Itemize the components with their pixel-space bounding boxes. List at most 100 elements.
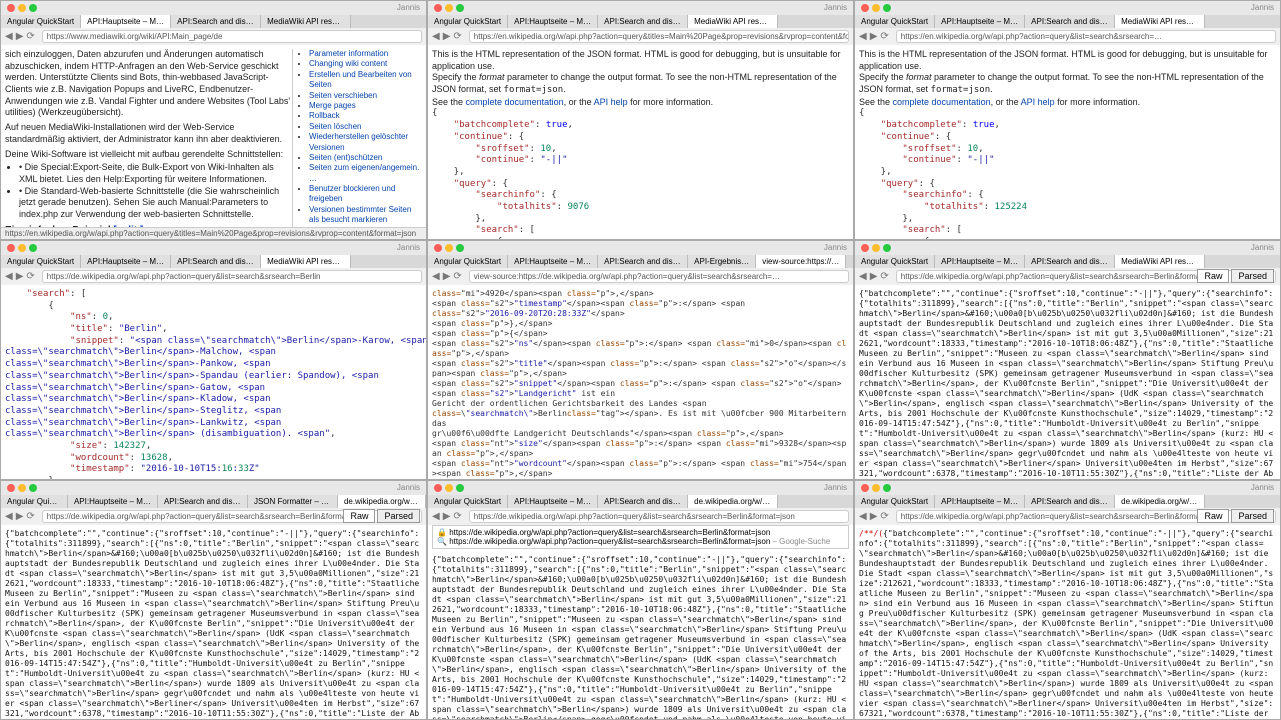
tab[interactable]: API:Search and discovery …: [598, 15, 688, 28]
tab-view-source[interactable]: view-source:https://de.wikipe…: [756, 255, 846, 268]
forward-icon[interactable]: ▶: [443, 271, 451, 282]
close-icon[interactable]: [434, 244, 442, 252]
back-icon[interactable]: ◀: [859, 271, 867, 282]
tab[interactable]: API:Hauptseite – MediaWiki: [81, 255, 171, 268]
forward-icon[interactable]: ▶: [16, 271, 24, 282]
tab[interactable]: MediaWiki API result – Wik…: [688, 15, 778, 28]
api-help-link[interactable]: API help: [594, 97, 628, 107]
sidebar-link[interactable]: Seiten (ent)schützen: [309, 153, 382, 162]
minimize-icon[interactable]: [445, 244, 453, 252]
back-icon[interactable]: ◀: [432, 511, 440, 522]
tab[interactable]: de.wikipedia.org/w/api.p…: [688, 495, 778, 508]
tab[interactable]: JSON Formatter – Chrome …: [248, 495, 338, 508]
tab[interactable]: MediaWiki API result – Wik…: [1115, 255, 1205, 268]
tab[interactable]: API:Search and discovery …: [1025, 255, 1115, 268]
tab-extra[interactable]: API-Ergebnis…: [688, 255, 756, 268]
reload-icon[interactable]: ⟳: [880, 511, 888, 522]
sidebar-link[interactable]: Erstellen und Bearbeiten von Seiten: [309, 70, 412, 89]
tab[interactable]: MediaWiki API result – Wik…: [261, 255, 351, 268]
raw-button[interactable]: Raw: [343, 509, 375, 523]
tab[interactable]: API:Hauptseite – MediaWiki: [935, 15, 1025, 28]
reload-icon[interactable]: ⟳: [453, 271, 461, 282]
parsed-button[interactable]: Parsed: [1231, 509, 1274, 523]
tab[interactable]: MediaWiki API result – Wik…: [1115, 15, 1205, 28]
sidebar-link[interactable]: Seiten löschen: [309, 122, 361, 131]
sidebar-link[interactable]: Parameter information: [309, 49, 388, 58]
minimize-icon[interactable]: [872, 244, 880, 252]
tab[interactable]: de.wikipedia.org/w/api.p…: [338, 495, 426, 508]
url-field[interactable]: https://en.wikipedia.org/w/api.php?actio…: [896, 30, 1276, 43]
minimize-icon[interactable]: [18, 484, 26, 492]
maximize-icon[interactable]: [456, 484, 464, 492]
minimize-icon[interactable]: [18, 244, 26, 252]
maximize-icon[interactable]: [883, 484, 891, 492]
sidebar-link[interactable]: Wiederherstellen gelöschter Versionen: [309, 132, 408, 151]
sidebar-link[interactable]: Rollback: [309, 111, 340, 120]
forward-icon[interactable]: ▶: [16, 31, 24, 42]
maximize-icon[interactable]: [29, 484, 37, 492]
url-field[interactable]: https://de.wikipedia.org/w/api.php?actio…: [469, 510, 849, 523]
tab[interactable]: Angular QuickStart: [855, 255, 935, 268]
close-icon[interactable]: [7, 4, 15, 12]
tab[interactable]: Angular QuickStart: [428, 255, 508, 268]
reload-icon[interactable]: ⟳: [453, 511, 461, 522]
tab[interactable]: Angular QuickStart: [855, 495, 935, 508]
reload-icon[interactable]: ⟳: [880, 271, 888, 282]
tab[interactable]: Angular QuickStart: [1, 15, 81, 28]
close-icon[interactable]: [861, 4, 869, 12]
tab[interactable]: API:Hauptseite – MediaWiki: [508, 15, 598, 28]
sidebar-link[interactable]: Seiten verschieben: [309, 91, 377, 100]
close-icon[interactable]: [861, 484, 869, 492]
back-icon[interactable]: ◀: [5, 31, 13, 42]
sidebar-link[interactable]: Merge pages: [309, 101, 356, 110]
back-icon[interactable]: ◀: [859, 511, 867, 522]
tab[interactable]: API:Hauptseite – MediaWiki: [68, 495, 158, 508]
api-help-link[interactable]: API help: [1021, 97, 1055, 107]
minimize-icon[interactable]: [445, 484, 453, 492]
tab[interactable]: MediaWiki API result – Wik…: [261, 15, 351, 28]
tab[interactable]: API:Search and discovery …: [598, 495, 688, 508]
tab[interactable]: API:Search and discovery …: [1025, 495, 1115, 508]
minimize-icon[interactable]: [872, 484, 880, 492]
close-icon[interactable]: [7, 244, 15, 252]
tab[interactable]: Angular QuickStart: [855, 15, 935, 28]
raw-button[interactable]: Raw: [1197, 269, 1229, 283]
raw-button[interactable]: Raw: [1197, 509, 1229, 523]
sidebar-link[interactable]: Benutzer blockieren und freigeben: [309, 184, 395, 203]
reload-icon[interactable]: ⟳: [26, 511, 34, 522]
sidebar-link[interactable]: Versionen bestimmter Seiten als besucht …: [309, 205, 411, 224]
reload-icon[interactable]: ⟳: [26, 31, 34, 42]
close-icon[interactable]: [861, 244, 869, 252]
back-icon[interactable]: ◀: [5, 271, 13, 282]
tab[interactable]: de.wikipedia.org/w/api.p…: [1115, 495, 1205, 508]
tab[interactable]: API:Hauptseite – MediaWiki: [935, 495, 1025, 508]
tab[interactable]: Angular QuickStart: [1, 495, 68, 508]
url-field[interactable]: view-source:https://de.wikipedia.org/w/a…: [469, 270, 849, 283]
url-field[interactable]: https://de.wikipedia.org/w/api.php?actio…: [42, 270, 422, 283]
omnibox-suggestion[interactable]: 🔒 https://de.wikipedia.org/w/api.php?act…: [432, 525, 849, 549]
forward-icon[interactable]: ▶: [870, 31, 878, 42]
sidebar-link[interactable]: Seiten zum eigenen/angemein. …: [309, 163, 419, 182]
back-icon[interactable]: ◀: [432, 31, 440, 42]
tab[interactable]: API:Hauptseite – MediaWiki: [508, 255, 598, 268]
tab[interactable]: Angular QuickStart: [428, 495, 508, 508]
parsed-button[interactable]: Parsed: [1231, 269, 1274, 283]
sidebar-link[interactable]: Changing wiki content: [309, 59, 387, 68]
forward-icon[interactable]: ▶: [443, 511, 451, 522]
tab[interactable]: Angular QuickStart: [1, 255, 81, 268]
maximize-icon[interactable]: [456, 244, 464, 252]
tab[interactable]: Angular QuickStart: [428, 15, 508, 28]
maximize-icon[interactable]: [456, 4, 464, 12]
maximize-icon[interactable]: [29, 244, 37, 252]
tab[interactable]: API:Hauptseite – MediaWiki: [935, 255, 1025, 268]
forward-icon[interactable]: ▶: [870, 271, 878, 282]
forward-icon[interactable]: ▶: [870, 511, 878, 522]
url-field[interactable]: https://en.wikipedia.org/w/api.php?actio…: [469, 30, 849, 43]
close-icon[interactable]: [434, 484, 442, 492]
maximize-icon[interactable]: [883, 244, 891, 252]
url-field[interactable]: https://www.mediawiki.org/wiki/API:Main_…: [42, 30, 422, 43]
reload-icon[interactable]: ⟳: [26, 271, 34, 282]
tab[interactable]: API:Search and discovery …: [171, 15, 261, 28]
close-icon[interactable]: [7, 484, 15, 492]
close-icon[interactable]: [434, 4, 442, 12]
